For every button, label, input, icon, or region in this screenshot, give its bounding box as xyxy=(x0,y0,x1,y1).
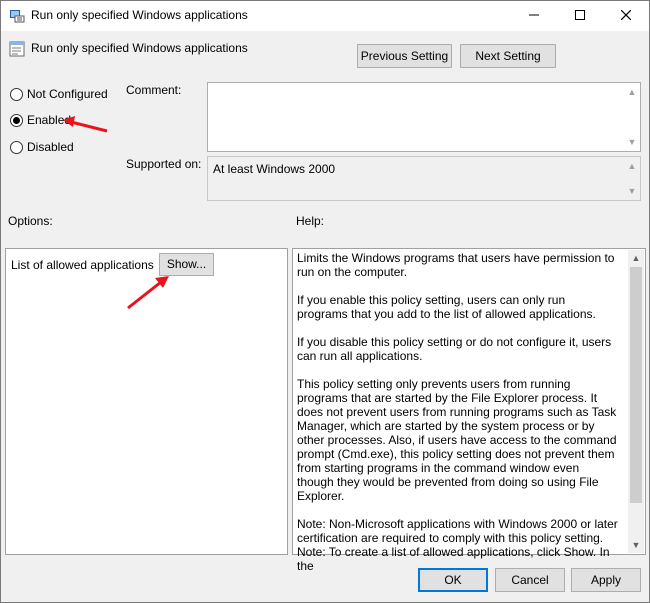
annotation-arrow-icon xyxy=(63,116,108,133)
minimize-icon xyxy=(511,10,557,20)
apply-button[interactable]: Apply xyxy=(571,568,641,592)
cancel-button[interactable]: Cancel xyxy=(495,568,565,592)
help-text: Limits the Windows programs that users h… xyxy=(297,251,619,573)
comment-textarea[interactable]: ▲ ▼ xyxy=(207,82,641,152)
help-paragraph: Note: Non-Microsoft applications with Wi… xyxy=(297,517,618,545)
radio-indicator xyxy=(10,114,23,127)
policy-dialog: Run only specified Windows applications … xyxy=(0,0,650,603)
options-label: Options: xyxy=(8,214,53,228)
ok-button[interactable]: OK xyxy=(418,568,488,592)
radio-indicator xyxy=(10,88,23,101)
comment-label: Comment: xyxy=(126,83,182,97)
maximize-button[interactable] xyxy=(557,1,603,31)
scroll-down-icon[interactable]: ▼ xyxy=(624,183,640,199)
supported-on-label: Supported on: xyxy=(126,157,202,171)
policy-name: Run only specified Windows applications xyxy=(31,41,248,55)
close-icon xyxy=(603,10,649,20)
maximize-icon xyxy=(557,10,603,20)
help-paragraph: Limits the Windows programs that users h… xyxy=(297,251,615,279)
help-paragraph: This policy setting only prevents users … xyxy=(297,377,617,503)
previous-setting-button[interactable]: Previous Setting xyxy=(357,44,452,68)
supported-on-field: At least Windows 2000 ▲ ▼ xyxy=(207,156,641,201)
radio-label: Not Configured xyxy=(27,87,108,101)
scroll-up-icon[interactable]: ▲ xyxy=(624,84,640,100)
scroll-up-icon[interactable]: ▲ xyxy=(628,250,644,266)
title-bar[interactable]: Run only specified Windows applications xyxy=(1,1,649,31)
policy-setting-icon xyxy=(9,41,25,57)
next-setting-button[interactable]: Next Setting xyxy=(460,44,556,68)
help-label: Help: xyxy=(296,214,325,228)
scroll-down-icon[interactable]: ▼ xyxy=(624,134,640,150)
comment-scrollbar[interactable]: ▲ ▼ xyxy=(624,83,640,151)
supported-scrollbar[interactable]: ▲ ▼ xyxy=(624,157,640,200)
close-button[interactable] xyxy=(603,1,649,31)
help-scrollbar[interactable]: ▲ ▼ xyxy=(628,250,644,553)
scrollbar-thumb[interactable] xyxy=(630,267,642,503)
scroll-down-icon[interactable]: ▼ xyxy=(628,537,644,553)
group-policy-icon xyxy=(9,8,25,24)
radio-indicator xyxy=(10,141,23,154)
allowed-apps-label: List of allowed applications xyxy=(11,258,154,272)
supported-on-value: At least Windows 2000 xyxy=(213,162,336,176)
help-paragraph: If you disable this policy setting or do… xyxy=(297,335,612,363)
minimize-button[interactable] xyxy=(511,1,557,31)
help-paragraph: If you enable this policy setting, users… xyxy=(297,293,596,321)
scroll-up-icon[interactable]: ▲ xyxy=(624,158,640,174)
annotation-arrow-icon xyxy=(127,276,169,310)
radio-label: Disabled xyxy=(27,140,74,154)
window-title: Run only specified Windows applications xyxy=(31,8,248,22)
